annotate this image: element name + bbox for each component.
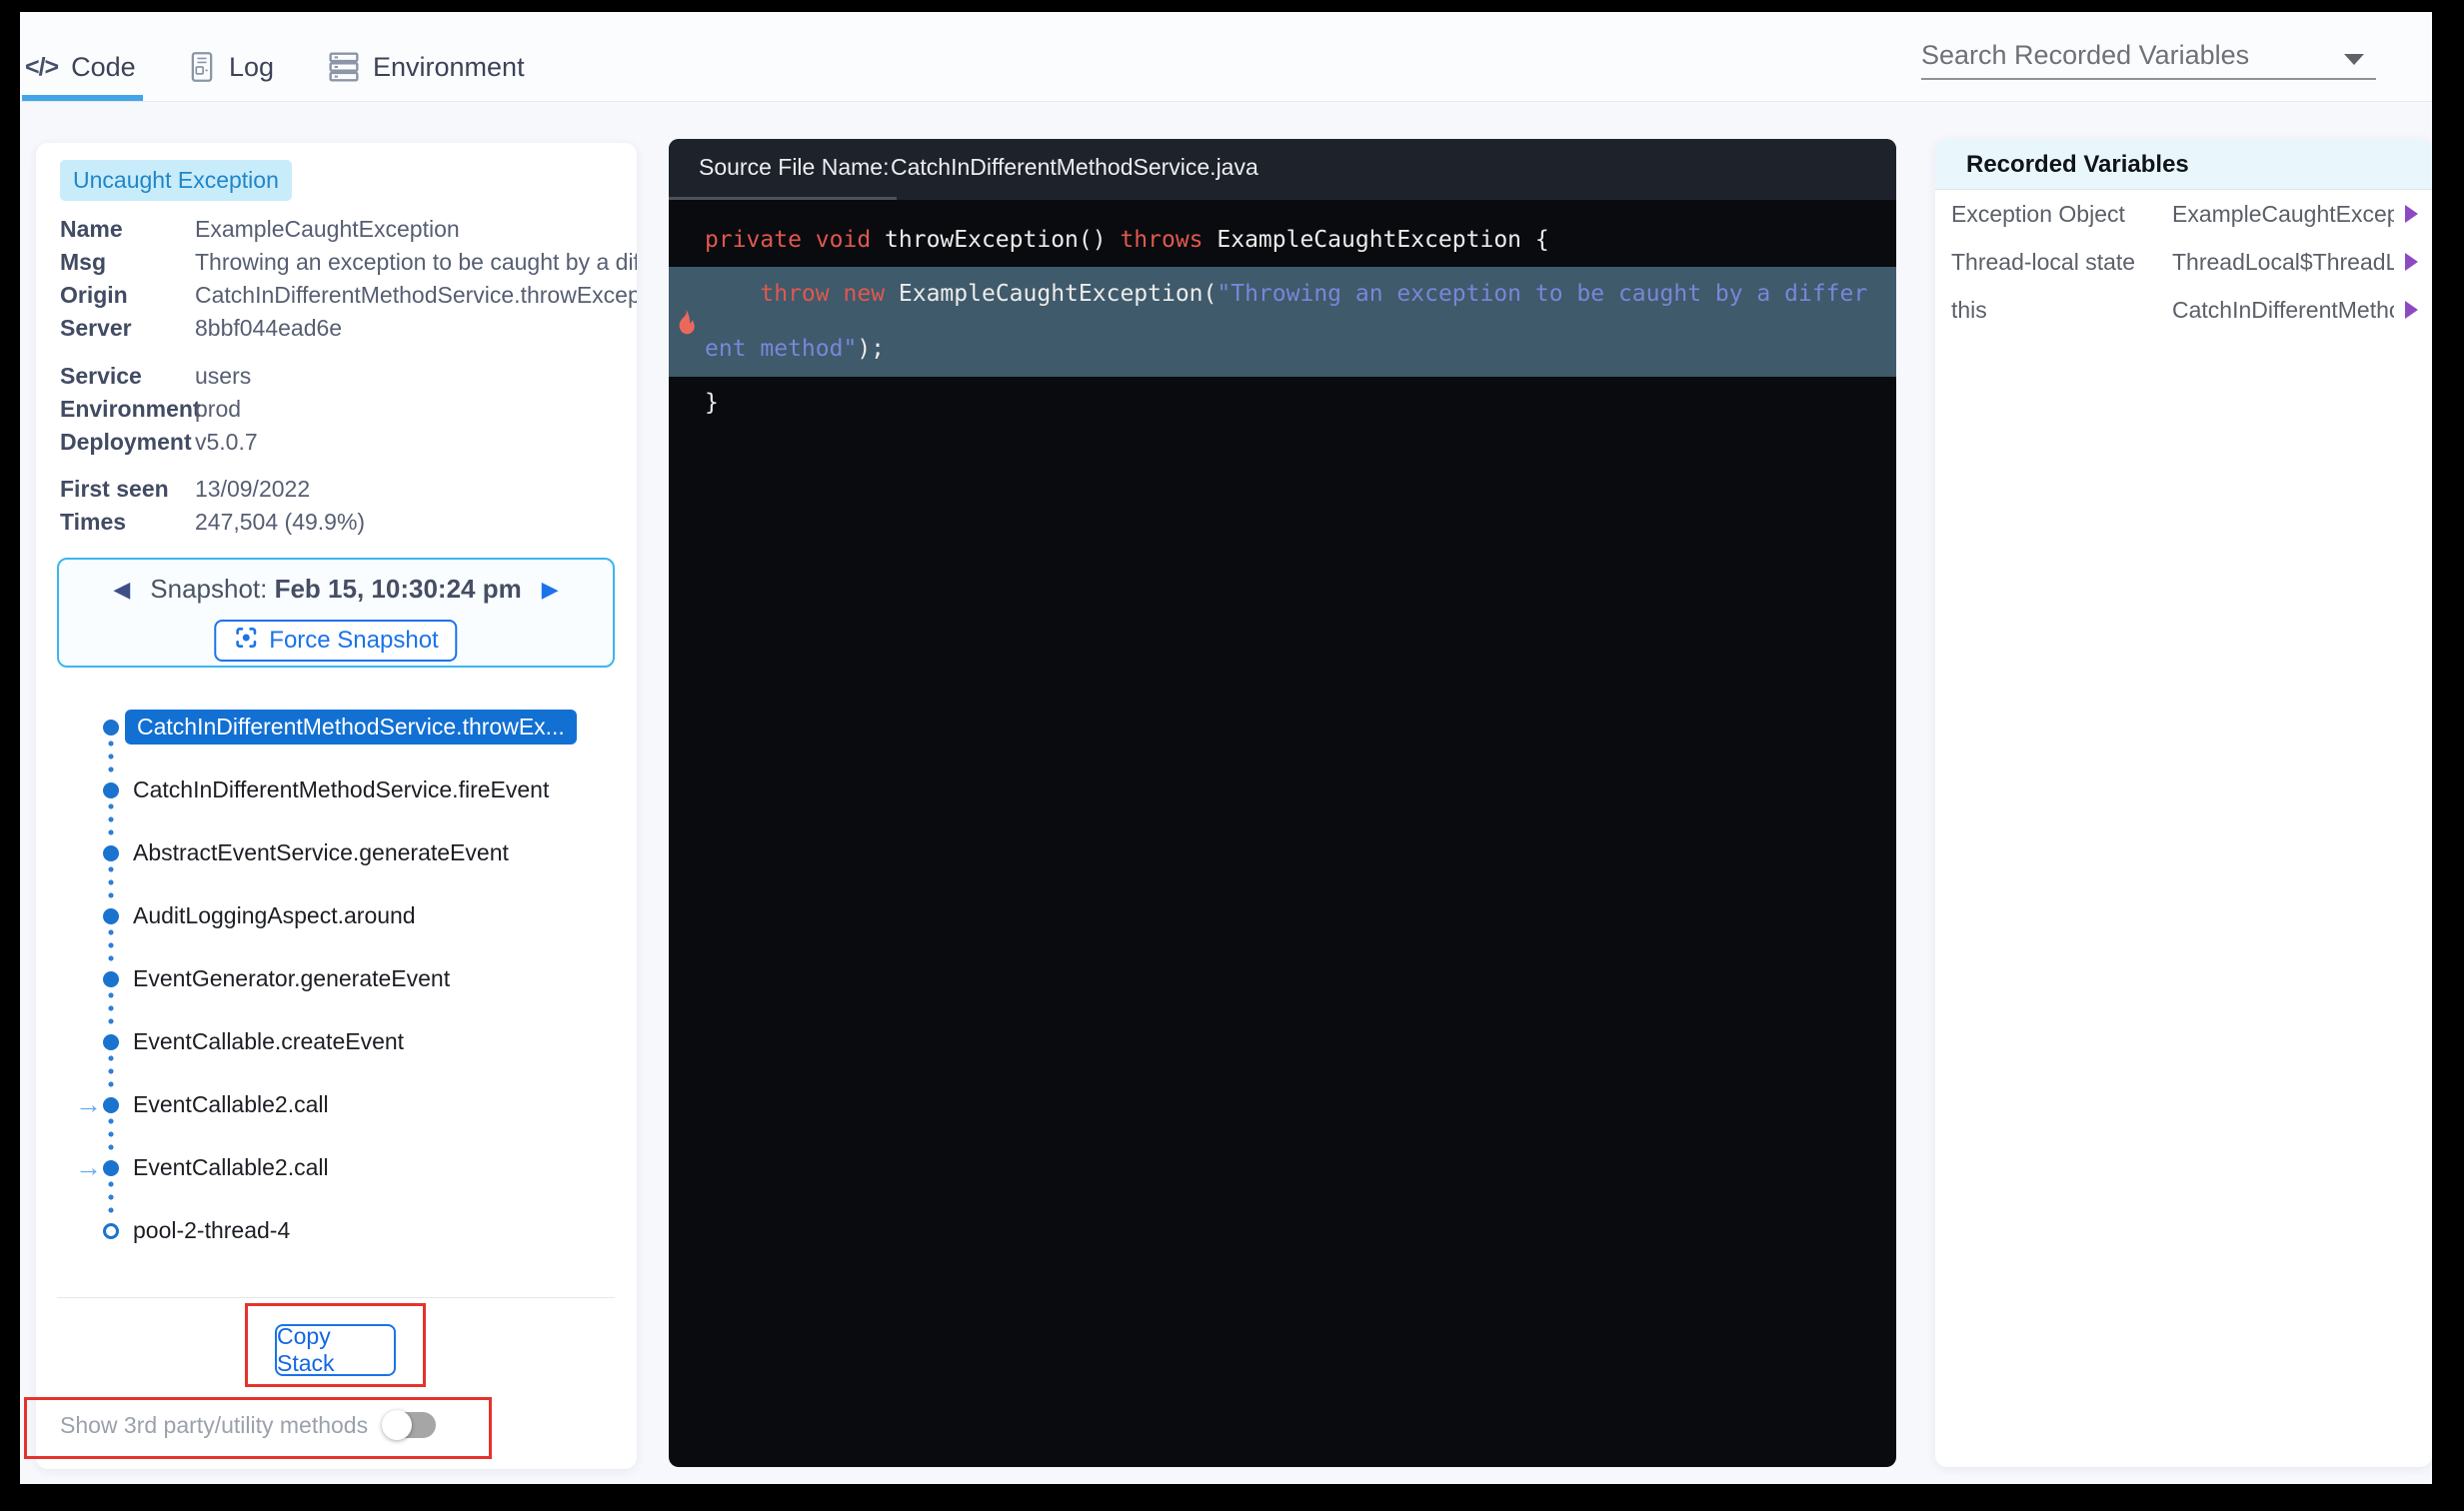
stack-frame[interactable]: EventCallable.createEvent [36,1010,637,1091]
snapshot-prev-icon[interactable]: ◀ [113,577,130,603]
frame-dot-icon [103,781,119,798]
variable-row-exception-object[interactable]: Exception Object ExampleCaughtExcept... [1951,198,2418,230]
thread-dot-icon [103,1222,119,1239]
expand-arrow-icon[interactable] [2405,253,2418,271]
code-line-2a: throw new ExampleCaughtException("Throwi… [760,281,1868,307]
frame-dot-icon [103,1096,119,1113]
stack-frame-jump[interactable]: → EventCallable2.call [36,1073,637,1154]
snapshot-timestamp: Feb 15, 10:30:24 pm [274,574,522,604]
source-file-name: CatchInDifferentMethodService.java [891,154,1258,180]
stack-frame[interactable]: EventGenerator.generateEvent [36,947,637,1028]
force-snapshot-button[interactable]: Force Snapshot [214,620,458,662]
tab-environment[interactable]: Environment [328,48,525,86]
snapshot-nav-row: ◀ Snapshot: Feb 15, 10:30:24 pm ▶ [59,574,613,605]
jump-arrow-icon: → [75,1152,102,1182]
snapshot-navigator: ◀ Snapshot: Feb 15, 10:30:24 pm ▶ Force … [57,558,615,668]
editor-header: Source File Name: CatchInDifferentMethod… [669,139,1896,200]
detail-row-msg: Msg Throwing an exception to be caught b… [60,249,637,275]
top-tab-bar: </> Code Log Environment Search Recorded… [20,12,2432,102]
frame-dot-icon [103,1159,119,1176]
tab-log-label: Log [229,51,275,82]
exception-type-badge: Uncaught Exception [60,160,292,201]
stack-trace-list: CatchInDifferentMethodService.throwEx...… [36,696,637,1262]
frame-dot-icon [103,844,119,861]
highlighted-line: throw new ExampleCaughtException("Throwi… [669,267,1896,377]
code-line-1: private void throwException() throws Exa… [705,227,1549,253]
detail-row-server: Server 8bbf044ead6e [60,315,343,341]
recorded-variables-panel: Recorded Variables Exception Object Exam… [1935,139,2432,1467]
expand-arrow-icon[interactable] [2405,301,2418,319]
frame-dot-icon [103,907,119,924]
exception-panel: Uncaught Exception Name ExampleCaughtExc… [36,143,637,1469]
code-line-3: } [705,390,719,416]
detail-row-origin: Origin CatchInDifferentMethodService.thr… [60,282,637,308]
frame-dot-icon [103,970,119,987]
source-file-name-label: Source File Name: [699,154,890,180]
stack-frame-selected[interactable]: CatchInDifferentMethodService.throwEx... [36,696,637,776]
annotation-rect-toggle [24,1397,492,1459]
frame-dot-icon [103,719,119,736]
code-line-2b: ent method"); [705,336,886,362]
exception-identity-group: Name ExampleCaughtException Msg Throwing… [60,213,637,345]
force-snapshot-icon [233,625,259,658]
search-select-label: Search Recorded Variables [1921,40,2250,70]
divider [57,1297,615,1298]
frame-dot-icon [103,1033,119,1050]
environment-icon [328,52,360,82]
force-snapshot-label: Force Snapshot [269,627,439,654]
search-recorded-variables-select[interactable]: Search Recorded Variables [1921,34,2376,80]
log-icon [188,51,216,83]
stack-frame[interactable]: CatchInDifferentMethodService.fireEvent [36,758,637,839]
app-window: </> Code Log Environment Search Recorded… [20,12,2432,1484]
deployment-group: Service users Environment prod Deploymen… [60,360,637,459]
variable-row-this[interactable]: this CatchInDifferentMetho... [1951,294,2418,326]
tab-log[interactable]: Log [188,48,274,86]
recorded-variables-title: Recorded Variables [1966,151,2189,178]
tab-environment-label: Environment [373,51,525,82]
recorded-variables-header: Recorded Variables [1935,139,2432,190]
tab-code[interactable]: </> Code [25,48,136,86]
detail-row-service: Service users [60,363,252,389]
code-editor: Source File Name: CatchInDifferentMethod… [669,139,1896,1467]
chevron-down-icon [2344,54,2364,65]
snapshot-label: Snapshot: Feb 15, 10:30:24 pm [150,574,522,604]
occurrence-group: First seen 13/09/2022 Times 247,504 (49.… [60,473,637,539]
tab-code-label: Code [71,51,136,82]
detail-row-environment: Environment prod [60,396,242,422]
detail-row-deployment: Deployment v5.0.7 [60,429,258,455]
detail-row-times: Times 247,504 (49.9%) [60,509,366,535]
variable-row-thread-local[interactable]: Thread-local state ThreadLocal$ThreadL..… [1951,246,2418,278]
detail-row-first-seen: First seen 13/09/2022 [60,476,311,502]
code-icon: </> [25,52,59,81]
expand-arrow-icon[interactable] [2405,205,2418,223]
annotation-rect-copy-stack [245,1303,426,1387]
active-tab-underline [22,95,143,101]
editor-header-underline [669,197,897,200]
jump-arrow-icon: → [75,1089,102,1119]
snapshot-next-icon[interactable]: ▶ [542,577,559,603]
stack-frame-thread[interactable]: pool-2-thread-4 [36,1199,637,1262]
select-underline [1921,78,2376,80]
stack-frame-jump[interactable]: → EventCallable2.call [36,1136,637,1217]
stack-frame[interactable]: AbstractEventService.generateEvent [36,821,637,902]
detail-row-name: Name ExampleCaughtException [60,216,460,242]
stack-frame[interactable]: AuditLoggingAspect.around [36,884,637,965]
